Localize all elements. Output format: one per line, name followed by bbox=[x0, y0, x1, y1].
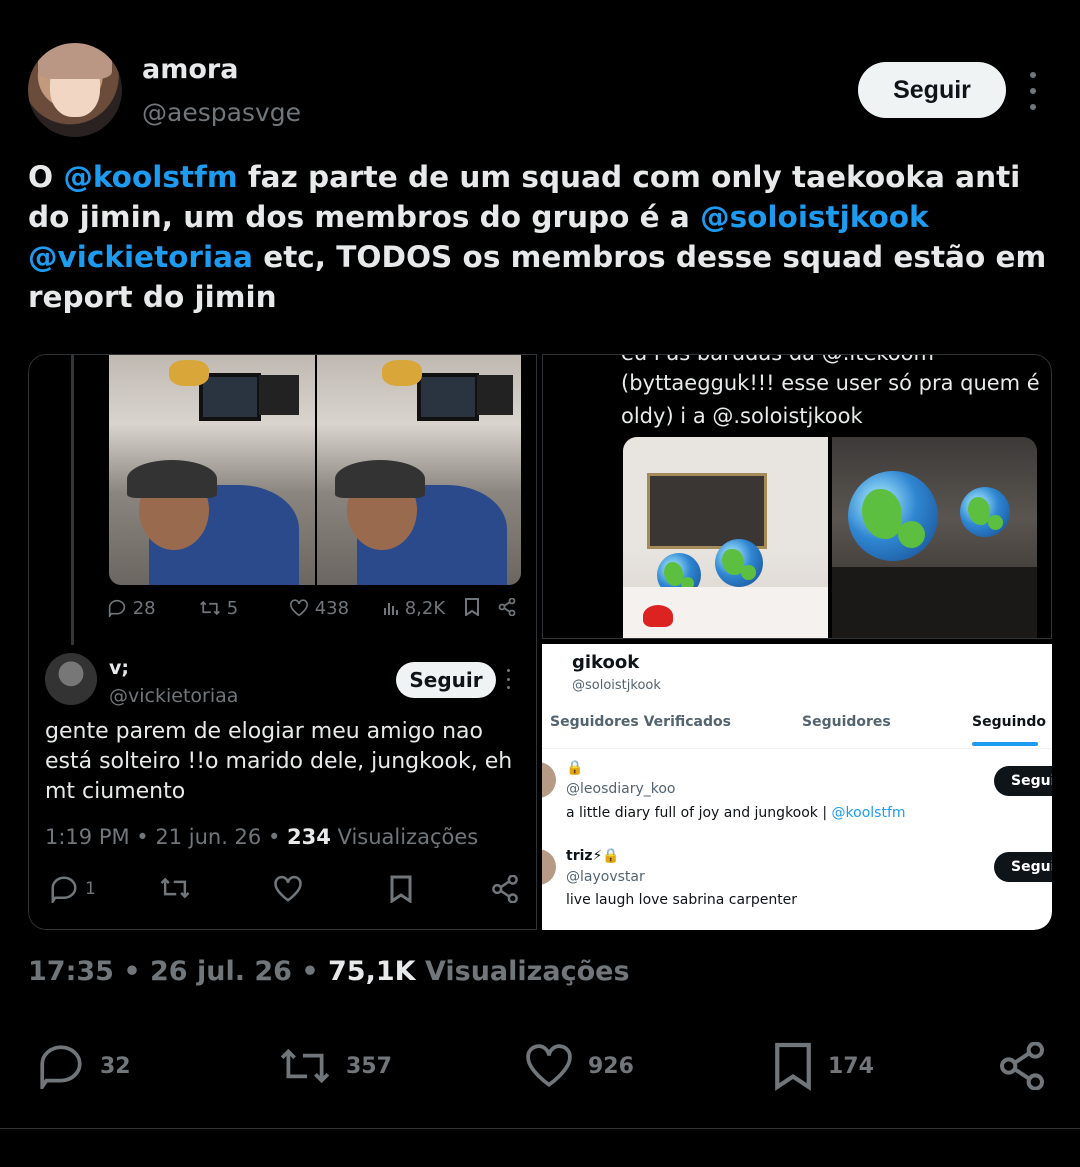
bookmark-icon[interactable] bbox=[389, 875, 413, 903]
bookmark-count: 174 bbox=[828, 1053, 874, 1079]
more-options-icon[interactable] bbox=[1022, 72, 1044, 110]
avatar[interactable] bbox=[542, 762, 556, 798]
reply-more-icon[interactable] bbox=[507, 669, 513, 689]
thread-line bbox=[71, 355, 74, 645]
bookmark-action[interactable]: 174 bbox=[772, 1038, 874, 1094]
reply-views-label: Visualizações bbox=[330, 825, 479, 849]
share-icon[interactable] bbox=[498, 597, 516, 621]
follow-user-button[interactable]: Seguir bbox=[994, 766, 1052, 796]
user-bio: live laugh love sabrina carpenter bbox=[566, 892, 798, 908]
follow-button[interactable]: Seguir bbox=[858, 62, 1006, 118]
reply-action[interactable]: 1 bbox=[49, 875, 96, 903]
retweet-count: 5 bbox=[226, 598, 239, 619]
reply-author-name[interactable]: v; bbox=[109, 657, 129, 679]
tab-following[interactable]: Seguindo bbox=[972, 714, 1046, 730]
photo[interactable] bbox=[317, 355, 521, 585]
post-text-top: eu i as barudas da @.itekoom bbox=[621, 355, 934, 365]
bookmark-icon[interactable] bbox=[464, 598, 480, 621]
reply-count: 28 bbox=[132, 598, 156, 619]
author-name[interactable]: amora bbox=[142, 54, 238, 85]
tweet-text: O @koolstfm faz parte de um squad com on… bbox=[28, 157, 1058, 317]
avatar[interactable] bbox=[542, 849, 556, 885]
reply-icon bbox=[40, 1045, 82, 1089]
heart-icon[interactable] bbox=[273, 875, 303, 903]
profile-name: gikook bbox=[572, 652, 640, 673]
reply-time[interactable]: 1:19 PM • 21 jun. 26 • bbox=[45, 825, 287, 849]
reply-meta: 1:19 PM • 21 jun. 26 • 234 Visualizações bbox=[45, 825, 478, 849]
heart-icon bbox=[526, 1044, 572, 1088]
photo[interactable] bbox=[623, 437, 828, 638]
media-screenshot-post[interactable]: eu i as barudas da @.itekoom (byttaegguk… bbox=[542, 354, 1052, 639]
mention-link[interactable]: @soloistjkook bbox=[700, 200, 929, 234]
heart-icon bbox=[290, 599, 308, 617]
active-tab-indicator bbox=[972, 742, 1038, 746]
like-count: 438 bbox=[314, 598, 350, 619]
divider bbox=[0, 1128, 1080, 1129]
post-text: (byttaegguk!!! esse user só pra quem é o… bbox=[621, 371, 1040, 428]
reply-action[interactable]: 32 bbox=[36, 1038, 131, 1094]
reply-actions: 1 bbox=[45, 875, 525, 907]
tweet-actions: 32 357 926 174 bbox=[0, 1038, 1080, 1094]
user-name[interactable]: triz⚡🔒 bbox=[566, 848, 620, 864]
user-handle[interactable]: @leosdiary_koo bbox=[566, 781, 676, 797]
reply-icon bbox=[108, 599, 126, 619]
mention-link[interactable]: @vickietoriaa bbox=[28, 240, 253, 274]
bookmark-icon bbox=[775, 1042, 811, 1091]
retweet-icon[interactable] bbox=[159, 875, 191, 901]
media-grid[interactable]: 28 5 438 8,2K v; @vickietoriaa Seguir ge… bbox=[28, 354, 1052, 930]
divider bbox=[542, 748, 1052, 749]
retweet-action[interactable]: 357 bbox=[278, 1038, 392, 1094]
photo[interactable] bbox=[832, 437, 1037, 638]
views-count: 8,2K bbox=[404, 598, 446, 619]
reply-follow-button[interactable]: Seguir bbox=[396, 662, 496, 698]
reply-views-count: 234 bbox=[287, 825, 331, 849]
post-photos[interactable] bbox=[623, 437, 1037, 638]
views-icon bbox=[384, 603, 398, 615]
user-bio-text: a little diary full of joy and jungkook … bbox=[566, 805, 832, 821]
reply-icon bbox=[51, 876, 77, 903]
reply-count: 1 bbox=[85, 879, 96, 899]
author-handle[interactable]: @aespasvge bbox=[142, 98, 301, 127]
reply-author-avatar[interactable] bbox=[45, 653, 97, 705]
tab-verified-followers[interactable]: Seguidores Verificados bbox=[550, 714, 731, 730]
tweet-time[interactable]: 17:35 • 26 jul. 26 • bbox=[28, 956, 328, 987]
tweet-stats: 28 5 438 8,2K bbox=[107, 597, 527, 622]
tweet-views-count: 75,1K bbox=[328, 956, 416, 987]
user-name[interactable]: 🔒 bbox=[566, 760, 583, 776]
like-action[interactable]: 926 bbox=[524, 1038, 634, 1094]
retweet-icon bbox=[280, 1048, 330, 1084]
author-avatar[interactable] bbox=[28, 43, 122, 137]
tweet-views-label: Visualizações bbox=[415, 956, 630, 987]
views-stat[interactable]: 8,2K bbox=[383, 598, 445, 619]
user-handle[interactable]: @layovstar bbox=[566, 869, 645, 885]
tweet-meta: 17:35 • 26 jul. 26 • 75,1K Visualizações bbox=[28, 956, 630, 987]
user-bio: a little diary full of joy and jungkook … bbox=[566, 805, 906, 821]
follow-user-button[interactable]: Seguir bbox=[994, 852, 1052, 882]
mention-link[interactable]: @koolstfm bbox=[832, 805, 906, 821]
reply-author-handle[interactable]: @vickietoriaa bbox=[109, 685, 238, 707]
reply-text: gente parem de elogiar meu amigo nao est… bbox=[45, 719, 513, 804]
retweet-count: 357 bbox=[346, 1053, 392, 1079]
like-stat[interactable]: 438 bbox=[289, 598, 349, 619]
profile-handle: @soloistjkook bbox=[572, 678, 661, 693]
like-count: 926 bbox=[588, 1053, 634, 1079]
mention-link[interactable]: @koolstfm bbox=[63, 160, 237, 194]
photo[interactable] bbox=[109, 355, 315, 585]
reply-count: 32 bbox=[100, 1053, 131, 1079]
tweet-text-part: O bbox=[28, 160, 64, 194]
retweet-icon bbox=[200, 600, 220, 616]
media-screenshot-thread[interactable]: 28 5 438 8,2K v; @vickietoriaa Seguir ge… bbox=[28, 354, 537, 930]
retweet-stat[interactable]: 5 bbox=[199, 598, 238, 619]
share-icon[interactable] bbox=[491, 875, 519, 903]
tab-followers[interactable]: Seguidores bbox=[802, 714, 891, 730]
media-screenshot-following[interactable]: gikook @soloistjkook Seguidores Verifica… bbox=[542, 644, 1052, 930]
reply-stat[interactable]: 28 bbox=[107, 598, 156, 619]
share-icon[interactable] bbox=[998, 1038, 1046, 1094]
